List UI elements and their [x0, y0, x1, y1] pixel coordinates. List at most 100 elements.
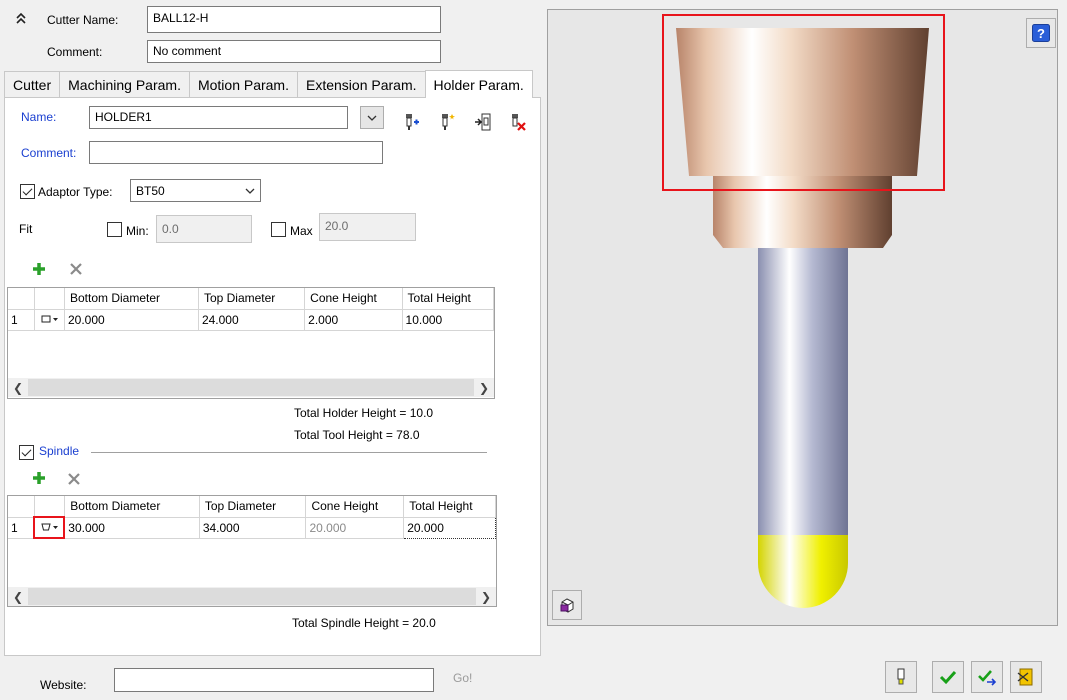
comment-field[interactable]: No comment — [147, 40, 441, 63]
holder-grid-scrollbar[interactable]: ❮ ❯ — [8, 378, 494, 397]
holder-grid: Bottom Diameter Top Diameter Cone Height… — [7, 287, 495, 399]
spindle-checkbox[interactable] — [19, 445, 34, 460]
tab-holder-param[interactable]: Holder Param. — [424, 70, 533, 98]
scroll-left-icon[interactable]: ❮ — [8, 381, 28, 395]
scroll-right-icon[interactable]: ❯ — [474, 381, 494, 395]
holder-name-field[interactable]: HOLDER1 — [89, 106, 348, 129]
scroll-track[interactable] — [28, 588, 476, 605]
spindle-label: Spindle — [39, 444, 80, 458]
shank-shape — [758, 248, 848, 535]
add-holder-icon[interactable] — [402, 112, 420, 132]
col-top-diameter[interactable]: Top Diameter — [199, 496, 307, 518]
spindle-grid: Bottom Diameter Top Diameter Cone Height… — [7, 495, 497, 607]
cell-total-height[interactable]: 20.000 — [403, 516, 496, 539]
min-label: Min: — [126, 224, 149, 238]
max-checkbox[interactable] — [271, 222, 286, 237]
collapse-icon[interactable] — [14, 10, 28, 28]
max-label: Max — [290, 224, 313, 238]
fit-label: Fit — [19, 222, 33, 236]
add-row-button[interactable] — [30, 260, 48, 278]
tab-bar: Cutter Machining Param. Motion Param. Ex… — [4, 70, 533, 98]
scroll-right-icon[interactable]: ❯ — [476, 590, 496, 604]
help-button[interactable]: ? — [1026, 18, 1056, 48]
new-holder-icon[interactable] — [438, 112, 456, 132]
tool-icon — [897, 668, 905, 685]
delete-row-button[interactable] — [67, 260, 85, 278]
x-icon — [70, 263, 82, 275]
plus-icon — [33, 263, 45, 275]
go-button[interactable]: Go! — [453, 671, 472, 685]
help-icon: ? — [1032, 24, 1050, 42]
exit-button[interactable] — [1010, 661, 1042, 693]
cell-top-diameter[interactable]: 34.000 — [199, 517, 307, 539]
cell-top-diameter[interactable]: 24.000 — [198, 309, 306, 331]
min-checkbox[interactable] — [107, 222, 122, 237]
cell-total-height[interactable]: 10.000 — [402, 309, 494, 331]
total-spindle-height: Total Spindle Height = 20.0 — [292, 616, 436, 630]
delete-spindle-row-button[interactable] — [65, 470, 83, 488]
table-row[interactable]: 1 20.000 24.000 2.000 10.000 — [8, 309, 494, 331]
col-total-height[interactable]: Total Height — [403, 496, 496, 518]
chevron-down-icon — [245, 188, 255, 194]
tab-cutter[interactable]: Cutter — [4, 71, 61, 97]
col-cone-height[interactable]: Cone Height — [304, 288, 403, 310]
col-bottom-diameter[interactable]: Bottom Diameter — [64, 496, 200, 518]
col-total-height[interactable]: Total Height — [402, 288, 494, 310]
view-cube-button[interactable] — [552, 590, 582, 620]
ok-button[interactable] — [932, 661, 964, 693]
scroll-left-icon[interactable]: ❮ — [8, 590, 28, 604]
checkmark-icon — [939, 670, 957, 685]
col-cone-height[interactable]: Cone Height — [305, 496, 405, 518]
cell-bottom-diameter[interactable]: 30.000 — [64, 517, 200, 539]
tool-preview-viewport[interactable]: ? — [547, 9, 1058, 626]
tab-motion-param[interactable]: Motion Param. — [188, 71, 298, 97]
view-cube-icon — [560, 598, 574, 613]
apply-checkmark-icon — [978, 670, 997, 686]
col-bottom-diameter[interactable]: Bottom Diameter — [64, 288, 199, 310]
shape-selector-highlight — [33, 516, 65, 539]
add-spindle-row-button[interactable] — [30, 469, 48, 487]
total-tool-height: Total Tool Height = 78.0 — [294, 428, 420, 442]
spindle-separator — [91, 452, 487, 454]
delete-holder-icon[interactable] — [508, 112, 528, 132]
tab-extension-param[interactable]: Extension Param. — [297, 71, 426, 97]
apply-button[interactable] — [971, 661, 1003, 693]
cell-cone-height[interactable]: 2.000 — [304, 309, 403, 331]
spindle-grid-scrollbar[interactable]: ❮ ❯ — [8, 587, 496, 606]
svg-text:?: ? — [1037, 26, 1045, 41]
website-label: Website: — [40, 678, 87, 692]
table-header-row: Bottom Diameter Top Diameter Cone Height… — [8, 288, 494, 310]
row-index: 1 — [8, 517, 36, 539]
adaptor-type-checkbox[interactable] — [20, 184, 35, 199]
table-row[interactable]: 1 30.000 34.000 20.000 20.000 — [8, 516, 496, 539]
col-top-diameter[interactable]: Top Diameter — [198, 288, 306, 310]
shape-selector[interactable] — [34, 309, 65, 331]
cell-cone-height[interactable]: 20.000 — [305, 517, 405, 539]
adaptor-type-value: BT50 — [136, 183, 165, 198]
cutter-name-label: Cutter Name: — [47, 13, 119, 27]
holder-name-label: Name: — [21, 110, 57, 124]
total-holder-height: Total Holder Height = 10.0 — [294, 406, 434, 420]
website-field[interactable] — [114, 668, 434, 692]
cell-bottom-diameter[interactable]: 20.000 — [64, 309, 199, 331]
tab-machining-param[interactable]: Machining Param. — [59, 71, 190, 97]
min-field[interactable]: 0.0 — [156, 215, 252, 243]
holder-comment-field[interactable] — [89, 141, 383, 164]
cutter-name-field[interactable]: BALL12-H — [147, 6, 441, 33]
import-holder-icon[interactable] — [474, 112, 492, 132]
adaptor-type-select[interactable]: BT50 — [130, 179, 261, 202]
holder-table: Bottom Diameter Top Diameter Cone Height… — [8, 288, 494, 331]
table-header-row: Bottom Diameter Top Diameter Cone Height… — [8, 496, 496, 518]
spindle-table: Bottom Diameter Top Diameter Cone Height… — [8, 496, 496, 539]
plus-icon — [33, 472, 45, 484]
max-field[interactable]: 20.0 — [319, 213, 416, 241]
tool-library-button[interactable] — [885, 661, 917, 693]
spindle-highlight-box — [662, 14, 945, 191]
adaptor-type-label: Adaptor Type: — [38, 185, 113, 199]
scroll-track[interactable] — [28, 379, 474, 396]
comment-label: Comment: — [47, 45, 103, 59]
exit-icon — [1017, 668, 1033, 686]
ball-tip-shape — [758, 535, 848, 608]
holder-name-dropdown[interactable] — [360, 106, 384, 129]
x-icon — [68, 473, 80, 485]
